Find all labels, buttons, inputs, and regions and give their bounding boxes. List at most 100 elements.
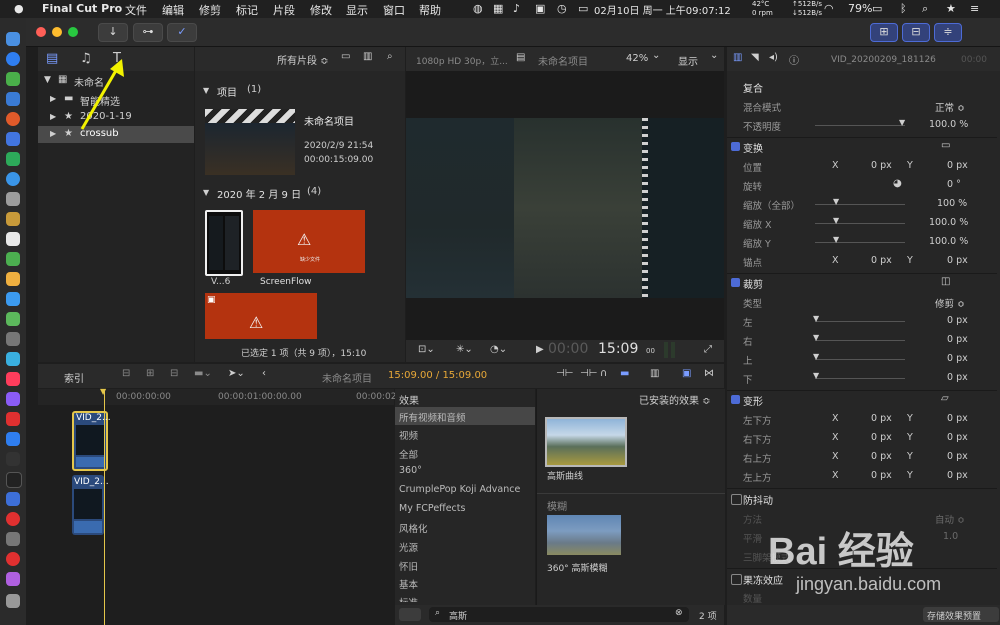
menu-view[interactable]: 显示 (346, 2, 368, 18)
clip-filter-menu[interactable]: 所有片段 ≎ (277, 52, 329, 67)
project-name[interactable]: 未命名项目 (304, 113, 354, 128)
append-clip-icon[interactable]: ⊟ (170, 368, 178, 379)
filmstrip-icon[interactable]: ▥ (363, 51, 372, 62)
background-tasks-button[interactable]: ✓ (167, 23, 197, 42)
crop-bottom-value[interactable]: 0 px (947, 372, 968, 383)
playhead[interactable] (104, 389, 105, 625)
trash-icon[interactable] (6, 594, 20, 608)
effects-category-item[interactable]: CrumplePop Koji Advance (395, 481, 535, 499)
bottom-right-y-value[interactable]: 0 px (947, 432, 968, 443)
effects-category-item[interactable]: 全部 (395, 444, 535, 462)
menu-window[interactable]: 窗口 (383, 2, 405, 18)
crop-left-value[interactable]: 0 px (947, 315, 968, 326)
apple-menu-icon[interactable]: ● (14, 2, 24, 15)
photos-icon[interactable] (6, 272, 20, 286)
clock-icon[interactable]: ◷ (557, 2, 567, 15)
search-icon[interactable]: ⌕ (387, 51, 393, 62)
effect-thumbnail-gaussian-blur[interactable] (547, 515, 621, 555)
snapping-icon[interactable]: ▬ (620, 368, 629, 379)
opacity-value[interactable]: 100.0 % (929, 119, 968, 130)
video-format[interactable]: 1080p HD 30p，立... (416, 54, 508, 67)
menu-file[interactable]: 文件 (125, 2, 147, 18)
clip-appearance-icon[interactable]: ▭ (341, 51, 350, 62)
android-icon[interactable] (6, 72, 20, 86)
chevron-down-icon[interactable]: ⌄ (710, 50, 718, 61)
top-left-x-value[interactable]: 0 px (871, 470, 892, 481)
audio-inspector-icon[interactable]: ◂) (769, 52, 778, 63)
timeline-index-button[interactable]: 索引 (64, 370, 84, 385)
position-x-value[interactable]: 0 px (871, 160, 892, 171)
speed-icon[interactable]: ◔⌄ (490, 344, 507, 355)
rotation-dial-icon[interactable]: ◕ (893, 178, 902, 189)
video-frame[interactable] (406, 118, 724, 298)
skimming-icon[interactable]: ⊣⊢ (556, 368, 573, 379)
chevron-down-icon[interactable]: ⌄ (652, 50, 660, 61)
wifi-icon[interactable]: ◠ (824, 2, 834, 15)
transform-tool-icon[interactable]: ⊡⌄ (418, 344, 435, 355)
slider-knob-icon[interactable]: ▼ (833, 216, 839, 225)
menu-modify[interactable]: 修改 (310, 2, 332, 18)
menu-trim[interactable]: 修剪 (199, 2, 221, 18)
scale-x-value[interactable]: 100.0 % (929, 217, 968, 228)
minimize-window-button[interactable] (52, 27, 62, 37)
select-tool-icon[interactable]: ➤⌄ (228, 368, 245, 379)
mail-icon[interactable] (6, 92, 20, 106)
app-icon[interactable] (6, 132, 20, 146)
disclosure-closed-icon[interactable]: ▶ (50, 112, 56, 121)
terminal-icon[interactable] (6, 452, 20, 466)
close-window-button[interactable] (36, 27, 46, 37)
effects-category-item[interactable]: 风格化 (395, 518, 535, 536)
stabilize-checkbox[interactable] (731, 494, 742, 505)
safari-icon[interactable] (6, 52, 20, 66)
menu-edit[interactable]: 编辑 (162, 2, 184, 18)
music-app-icon[interactable] (6, 372, 20, 386)
vpn-icon[interactable] (6, 492, 20, 506)
position-y-value[interactable]: 0 px (947, 160, 968, 171)
slider-knob-icon[interactable]: ▼ (833, 197, 839, 206)
effects-category-item[interactable]: My FCPeffects (395, 500, 535, 518)
slider-knob-icon[interactable]: ▼ (813, 314, 819, 323)
transitions-browser-toggle-icon[interactable]: ⋈ (704, 368, 714, 379)
color-inspector-icon[interactable]: ◥ (751, 52, 759, 63)
finder-icon[interactable] (6, 32, 20, 46)
effects-category-item[interactable]: 基本 (395, 574, 535, 592)
transform-checkbox[interactable] (731, 142, 740, 151)
search-icon[interactable]: ⌕ (922, 2, 928, 16)
clip-thumbnail-screenflow[interactable]: ⚠ 缺少文件 (253, 210, 365, 273)
play-icon[interactable]: ▶ (536, 344, 544, 355)
timeline-clip-selected[interactable]: VID_2... (72, 411, 111, 471)
menu-help[interactable]: 帮助 (419, 2, 441, 18)
crop-type-select[interactable]: 修剪 ≎ (935, 296, 965, 310)
slider-knob-icon[interactable]: ▼ (833, 235, 839, 244)
calendar-icon[interactable] (6, 232, 20, 246)
slider-knob-icon[interactable]: ▼ (813, 333, 819, 342)
distort-overlay-icon[interactable]: ▱ (941, 393, 949, 404)
notes-icon[interactable] (6, 212, 20, 226)
disclosure-closed-icon[interactable]: ▶ (50, 129, 56, 138)
libraries-icon[interactable]: ▤ (46, 51, 58, 66)
effects-search-input[interactable]: ⌕ 高斯 ⊗ (429, 607, 689, 622)
top-left-y-value[interactable]: 0 px (947, 470, 968, 481)
crop-right-value[interactable]: 0 px (947, 334, 968, 345)
control-center-icon[interactable]: ≡ (970, 2, 979, 15)
bottom-left-x-value[interactable]: 0 px (871, 413, 892, 424)
crop-right-slider[interactable] (815, 340, 905, 341)
import-button[interactable]: ↓ (98, 23, 128, 42)
effects-category-item[interactable]: 怀旧 (395, 556, 535, 574)
slider-knob-icon[interactable]: ▼ (899, 118, 905, 127)
connect-clip-icon[interactable]: ⊟ (122, 368, 130, 379)
menu-clip[interactable]: 片段 (273, 2, 295, 18)
installed-effects-menu[interactable]: 已安装的效果 ≎ (639, 392, 711, 407)
crop-top-value[interactable]: 0 px (947, 353, 968, 364)
audio-skimming-icon[interactable]: ⊣⊢ (580, 368, 597, 379)
video-inspector-icon[interactable]: ▥ (733, 52, 742, 63)
app-store-icon[interactable] (6, 172, 20, 186)
anchor-x-value[interactable]: 0 px (871, 255, 892, 266)
timeline-ruler[interactable]: 00:00:00:00 00:00:01:00:00.00 00:00:02:0… (38, 389, 411, 405)
timeline-clip[interactable]: VID_2... (72, 475, 109, 535)
clip-thumbnail-missing[interactable]: ▣ ⚠ (205, 293, 317, 339)
sidebar-toggle-icon[interactable] (399, 608, 421, 621)
bottom-right-x-value[interactable]: 0 px (871, 432, 892, 443)
app-menu[interactable]: Final Cut Pro (42, 2, 122, 15)
wechat-icon[interactable] (6, 152, 20, 166)
